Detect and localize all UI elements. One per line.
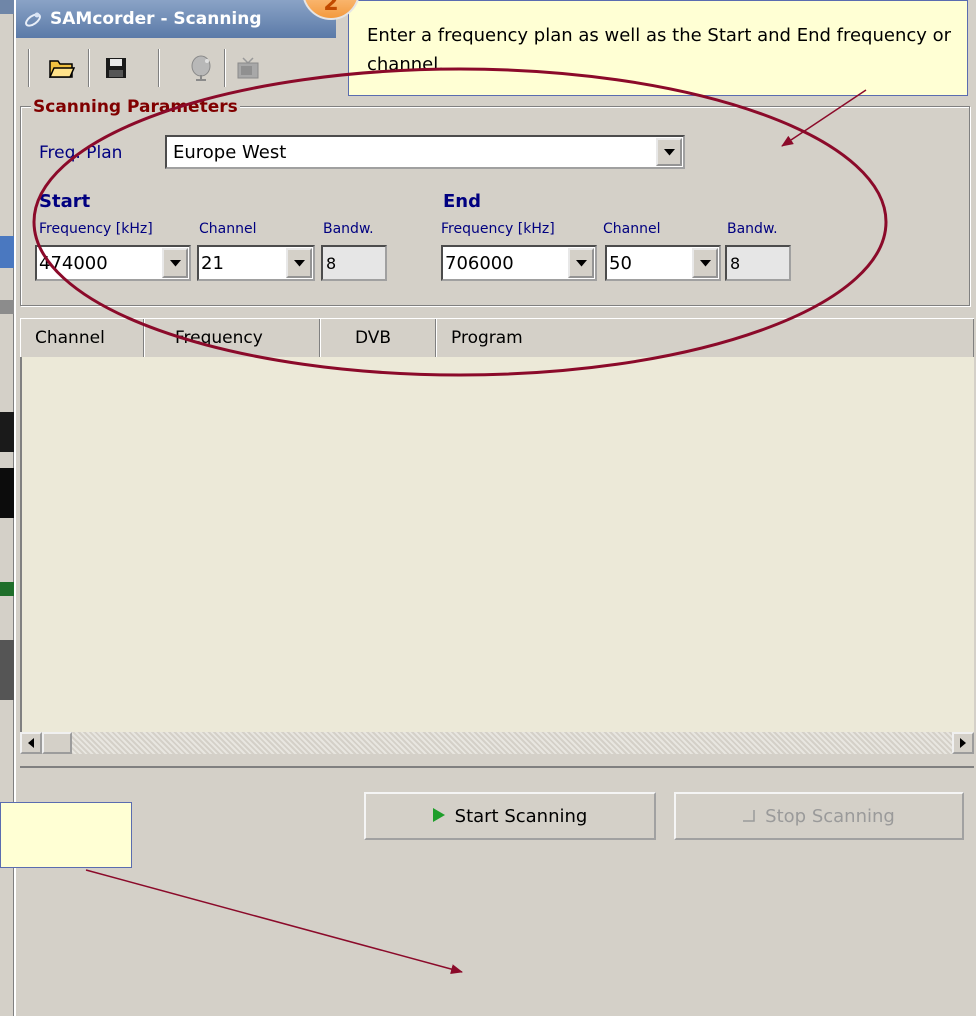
satellite-icon bbox=[24, 9, 44, 29]
scroll-thumb[interactable] bbox=[42, 732, 72, 754]
freq-plan-value: Europe West bbox=[173, 141, 287, 163]
freq-plan-select[interactable]: Europe West bbox=[165, 135, 685, 169]
chevron-down-icon[interactable] bbox=[656, 138, 682, 166]
scroll-left-icon[interactable] bbox=[20, 732, 42, 754]
start-channel-select[interactable]: 21 bbox=[197, 245, 315, 281]
stop-scanning-label: Stop Scanning bbox=[765, 805, 895, 827]
satellite-dish-icon[interactable] bbox=[182, 48, 222, 88]
end-frequency-value: 706000 bbox=[445, 252, 514, 274]
stop-icon bbox=[743, 806, 755, 827]
end-channel-value: 50 bbox=[609, 252, 632, 274]
tv-icon[interactable] bbox=[228, 48, 268, 88]
toolbar-separator bbox=[88, 49, 90, 87]
end-channel-select[interactable]: 50 bbox=[605, 245, 721, 281]
end-title: End bbox=[443, 191, 481, 212]
button-bar: Start Scanning Stop Scanning bbox=[20, 766, 974, 1016]
open-folder-icon[interactable] bbox=[42, 48, 82, 88]
chevron-down-icon[interactable] bbox=[692, 248, 718, 278]
toolbar bbox=[20, 40, 350, 96]
stop-scanning-button[interactable]: Stop Scanning bbox=[674, 792, 964, 840]
start-title: Start bbox=[39, 191, 91, 212]
start-frequency-value: 474000 bbox=[39, 252, 108, 274]
save-disk-icon[interactable] bbox=[96, 48, 136, 88]
title-bar[interactable]: SAMcorder - Scanning bbox=[16, 0, 336, 38]
end-frequency-select[interactable]: 706000 bbox=[441, 245, 597, 281]
instruction-text: Enter a frequency plan as well as the St… bbox=[367, 25, 952, 75]
group-legend: Scanning Parameters bbox=[31, 97, 240, 117]
column-header-dvb[interactable]: DVB bbox=[320, 319, 436, 357]
toolbar-separator bbox=[28, 49, 30, 87]
freq-plan-label: Freq. Plan bbox=[39, 143, 123, 163]
start-bandwidth-label: Bandw. bbox=[323, 221, 374, 237]
instruction-callout: Enter a frequency plan as well as the St… bbox=[348, 0, 968, 96]
column-header-frequency[interactable]: Frequency bbox=[144, 319, 320, 357]
scanning-window: SAMcorder - Scanning Scanning Parameters… bbox=[14, 0, 976, 1016]
scroll-right-icon[interactable] bbox=[952, 732, 974, 754]
start-channel-value: 21 bbox=[201, 252, 224, 274]
end-channel-label: Channel bbox=[603, 221, 661, 237]
chevron-down-icon[interactable] bbox=[162, 248, 188, 278]
start-bandwidth-field: 8 bbox=[321, 245, 387, 281]
start-bandwidth-value: 8 bbox=[326, 253, 337, 273]
start-scanning-label: Start Scanning bbox=[454, 805, 588, 827]
end-bandwidth-value: 8 bbox=[730, 253, 741, 273]
scroll-track[interactable] bbox=[72, 732, 952, 754]
results-list[interactable] bbox=[20, 357, 974, 732]
start-frequency-label: Frequency [kHz] bbox=[39, 221, 153, 237]
start-channel-label: Channel bbox=[199, 221, 257, 237]
end-bandwidth-label: Bandw. bbox=[727, 221, 778, 237]
window-title: SAMcorder - Scanning bbox=[50, 9, 262, 29]
end-frequency-label: Frequency [kHz] bbox=[441, 221, 555, 237]
play-icon bbox=[432, 806, 445, 827]
column-header-channel[interactable]: Channel bbox=[20, 319, 144, 357]
start-scanning-button[interactable]: Start Scanning bbox=[364, 792, 656, 840]
step-number: 2 bbox=[323, 0, 339, 16]
column-header-program[interactable]: Program bbox=[436, 319, 974, 357]
toolbar-separator bbox=[158, 49, 160, 87]
end-bandwidth-field: 8 bbox=[725, 245, 791, 281]
horizontal-scrollbar[interactable] bbox=[20, 732, 974, 754]
toolbar-separator bbox=[224, 49, 226, 87]
chevron-down-icon[interactable] bbox=[568, 248, 594, 278]
list-header: Channel Frequency DVB Program bbox=[20, 318, 974, 357]
chevron-down-icon[interactable] bbox=[286, 248, 312, 278]
secondary-callout bbox=[0, 802, 132, 868]
scanning-parameters-group: Scanning Parameters Freq. Plan Europe We… bbox=[20, 97, 970, 306]
start-frequency-select[interactable]: 474000 bbox=[35, 245, 191, 281]
